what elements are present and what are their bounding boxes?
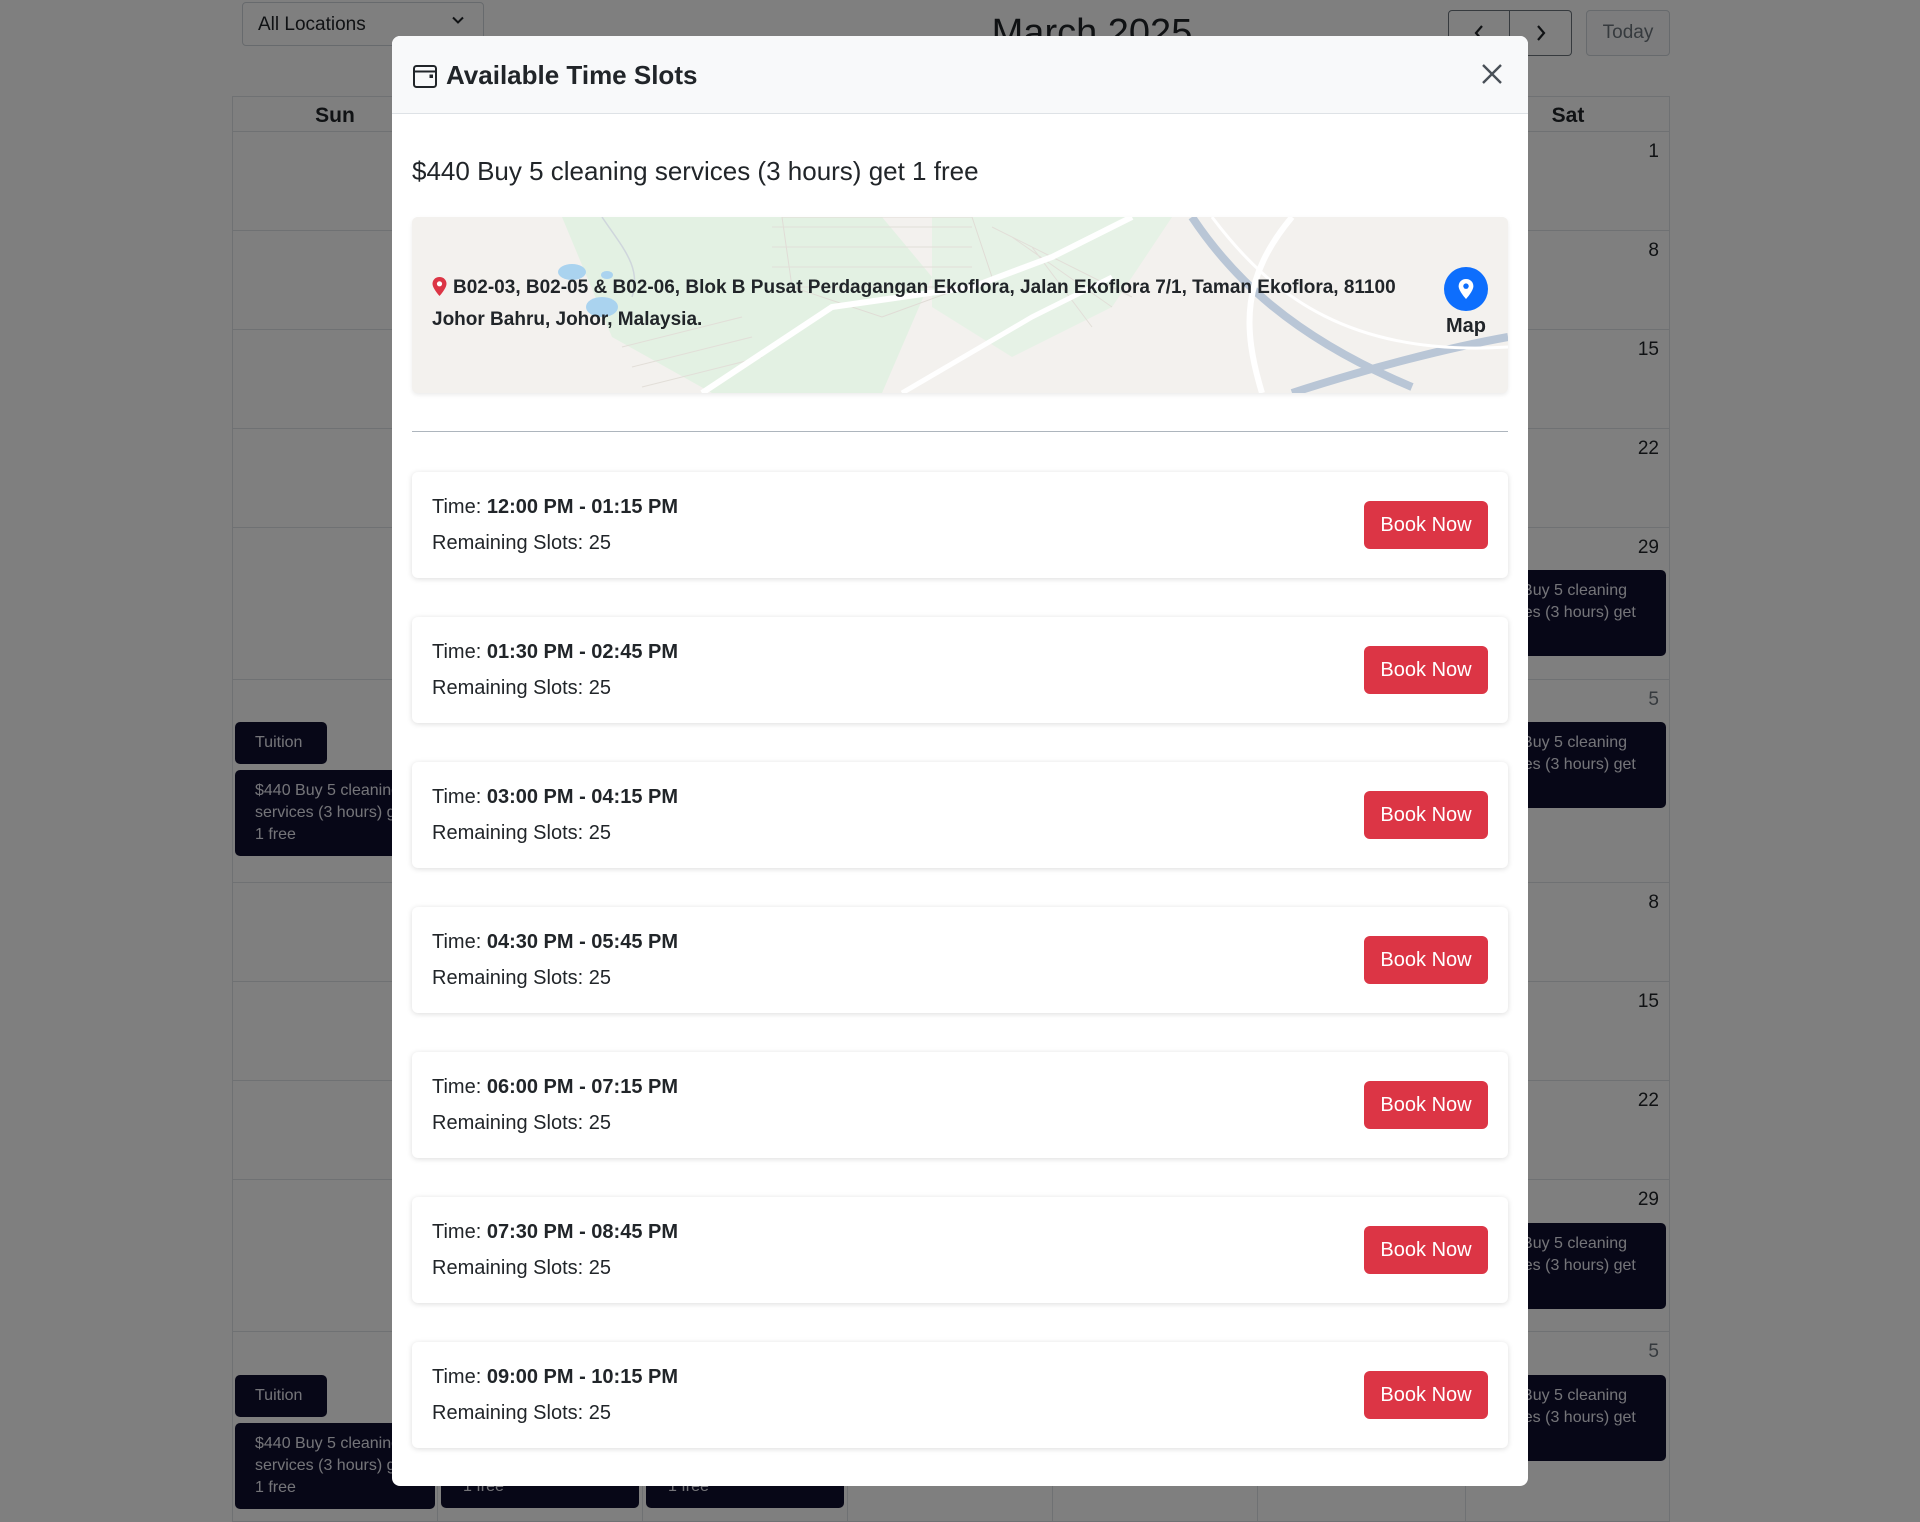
book-now-button[interactable]: Book Now (1364, 1371, 1488, 1419)
slot-remaining-value: 25 (588, 1112, 611, 1134)
modal-body: $440 Buy 5 cleaning services (3 hours) g… (392, 156, 1528, 1448)
address-text: B02-03, B02-05 & B02-06, Blok B Pusat Pe… (432, 273, 1442, 334)
address-value: B02-03, B02-05 & B02-06, Blok B Pusat Pe… (432, 277, 1396, 330)
calendar-icon (413, 64, 437, 88)
slot-remaining-value: 25 (588, 677, 611, 699)
open-map-button[interactable] (1444, 267, 1488, 311)
slot-remaining: Remaining Slots: 25 (432, 1112, 611, 1134)
slot-time-value: 12:00 PM - 01:15 PM (486, 496, 679, 518)
location-map[interactable]: B02-03, B02-05 & B02-06, Blok B Pusat Pe… (412, 217, 1508, 393)
book-now-button[interactable]: Book Now (1364, 1081, 1488, 1129)
book-now-button[interactable]: Book Now (1364, 791, 1488, 839)
slot-remaining: Remaining Slots: 25 (432, 1257, 611, 1279)
time-slot-card: Time: 01:30 PM - 02:45 PM Remaining Slot… (412, 617, 1508, 723)
slot-time-value: 07:30 PM - 08:45 PM (486, 1221, 679, 1243)
time-slot-card: Time: 12:00 PM - 01:15 PM Remaining Slot… (412, 472, 1508, 578)
slot-remaining-value: 25 (588, 1257, 611, 1279)
book-now-button[interactable]: Book Now (1364, 501, 1488, 549)
map-pin-icon (1458, 279, 1474, 299)
slot-time: Time: 12:00 PM - 01:15 PM (432, 496, 679, 518)
book-now-button[interactable]: Book Now (1364, 936, 1488, 984)
time-slot-card: Time: 04:30 PM - 05:45 PM Remaining Slot… (412, 907, 1508, 1013)
slot-remaining-value: 25 (588, 1402, 611, 1424)
time-slot-card: Time: 07:30 PM - 08:45 PM Remaining Slot… (412, 1197, 1508, 1303)
slot-time-value: 03:00 PM - 04:15 PM (486, 786, 679, 808)
time-slot-card: Time: 09:00 PM - 10:15 PM Remaining Slot… (412, 1342, 1508, 1448)
modal-title-text: Available Time Slots (446, 60, 698, 90)
slot-remaining-value: 25 (588, 532, 611, 554)
slot-time: Time: 04:30 PM - 05:45 PM (432, 931, 679, 953)
slot-time: Time: 07:30 PM - 08:45 PM (432, 1221, 679, 1243)
map-pin-icon (432, 276, 447, 305)
slot-remaining-value: 25 (588, 822, 611, 844)
slot-time: Time: 06:00 PM - 07:15 PM (432, 1076, 679, 1098)
book-now-button[interactable]: Book Now (1364, 646, 1488, 694)
slot-remaining: Remaining Slots: 25 (432, 1402, 611, 1424)
slot-time: Time: 09:00 PM - 10:15 PM (432, 1366, 679, 1388)
slot-remaining: Remaining Slots: 25 (432, 532, 611, 554)
time-slot-card: Time: 03:00 PM - 04:15 PM Remaining Slot… (412, 762, 1508, 868)
time-slot-card: Time: 06:00 PM - 07:15 PM Remaining Slot… (412, 1052, 1508, 1158)
map-label[interactable]: Map (1444, 315, 1488, 338)
modal-header: Available Time Slots (392, 36, 1528, 114)
service-title: $440 Buy 5 cleaning services (3 hours) g… (412, 156, 979, 186)
slot-time-value: 01:30 PM - 02:45 PM (486, 641, 679, 663)
slot-time-value: 06:00 PM - 07:15 PM (486, 1076, 679, 1098)
time-slot-list: Time: 12:00 PM - 01:15 PM Remaining Slot… (412, 472, 1508, 1448)
slot-time-value: 04:30 PM - 05:45 PM (486, 931, 679, 953)
slot-remaining: Remaining Slots: 25 (432, 967, 611, 989)
divider (412, 431, 1508, 432)
modal-title: Available Time Slots (412, 60, 697, 91)
time-slots-modal: Available Time Slots $440 Buy 5 cleaning… (392, 36, 1528, 1486)
slot-time-value: 09:00 PM - 10:15 PM (486, 1366, 679, 1388)
slot-remaining-value: 25 (588, 967, 611, 989)
slot-remaining: Remaining Slots: 25 (432, 822, 611, 844)
slot-time: Time: 01:30 PM - 02:45 PM (432, 641, 679, 663)
slot-remaining: Remaining Slots: 25 (432, 677, 611, 699)
close-icon[interactable] (1478, 60, 1506, 88)
slot-time: Time: 03:00 PM - 04:15 PM (432, 786, 679, 808)
book-now-button[interactable]: Book Now (1364, 1226, 1488, 1274)
